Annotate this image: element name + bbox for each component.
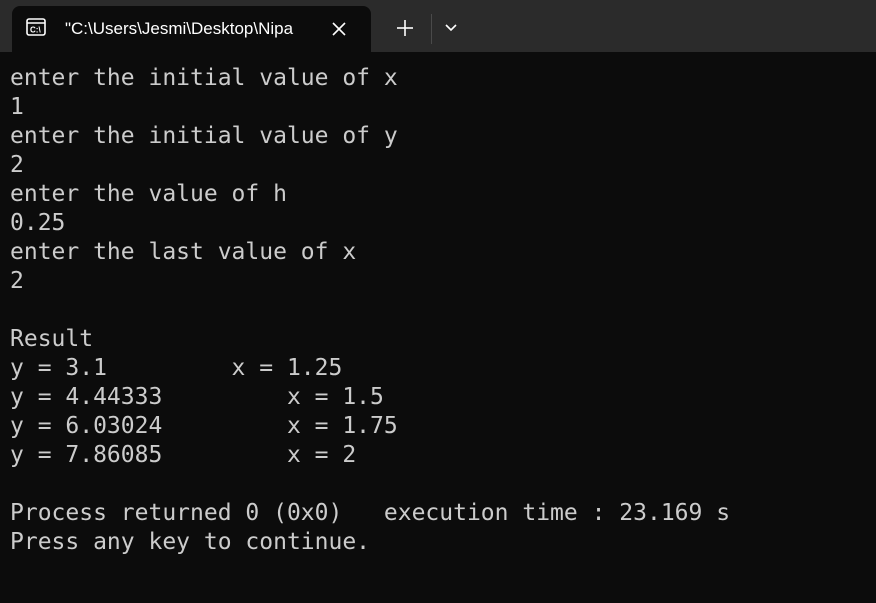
console-line: 1	[10, 94, 24, 120]
tab-title: "C:\Users\Jesmi\Desktop\Nipa	[65, 19, 294, 38]
chevron-down-icon	[436, 24, 466, 48]
console-line: Process returned 0 (0x0) execution time …	[10, 500, 731, 526]
console-line: enter the initial value of y	[10, 123, 398, 149]
svg-text:C:\: C:\	[30, 26, 41, 35]
console-line: enter the initial value of x	[10, 65, 398, 91]
console-line: 2	[10, 268, 24, 294]
close-icon[interactable]	[328, 18, 350, 40]
terminal-window: C:\ "C:\Users\Jesmi\Desktop\Nipa enter t…	[0, 0, 876, 603]
console-icon: C:\	[26, 18, 46, 36]
console-line: y = 7.86085 x = 2	[10, 442, 357, 468]
profiles-dropdown-button[interactable]	[436, 12, 466, 44]
plus-icon	[388, 20, 422, 48]
console-line: y = 3.1 x = 1.25	[10, 355, 343, 381]
console-line: enter the value of h	[10, 181, 287, 207]
console-line: y = 6.03024 x = 1.75	[10, 413, 398, 439]
console-line: Result	[10, 326, 94, 352]
tab-divider	[431, 14, 432, 44]
new-tab-button[interactable]	[388, 12, 422, 44]
console-line: y = 4.44333 x = 1.5	[10, 384, 384, 410]
console-line: enter the last value of x	[10, 239, 357, 265]
console-line: 0.25	[10, 210, 66, 236]
console-output[interactable]: enter the initial value of x 1 enter the…	[10, 64, 870, 557]
tab-console[interactable]: C:\ "C:\Users\Jesmi\Desktop\Nipa	[12, 6, 371, 52]
console-line: Press any key to continue.	[10, 529, 371, 555]
tab-bar: C:\ "C:\Users\Jesmi\Desktop\Nipa	[0, 0, 876, 52]
console-line: 2	[10, 152, 24, 178]
